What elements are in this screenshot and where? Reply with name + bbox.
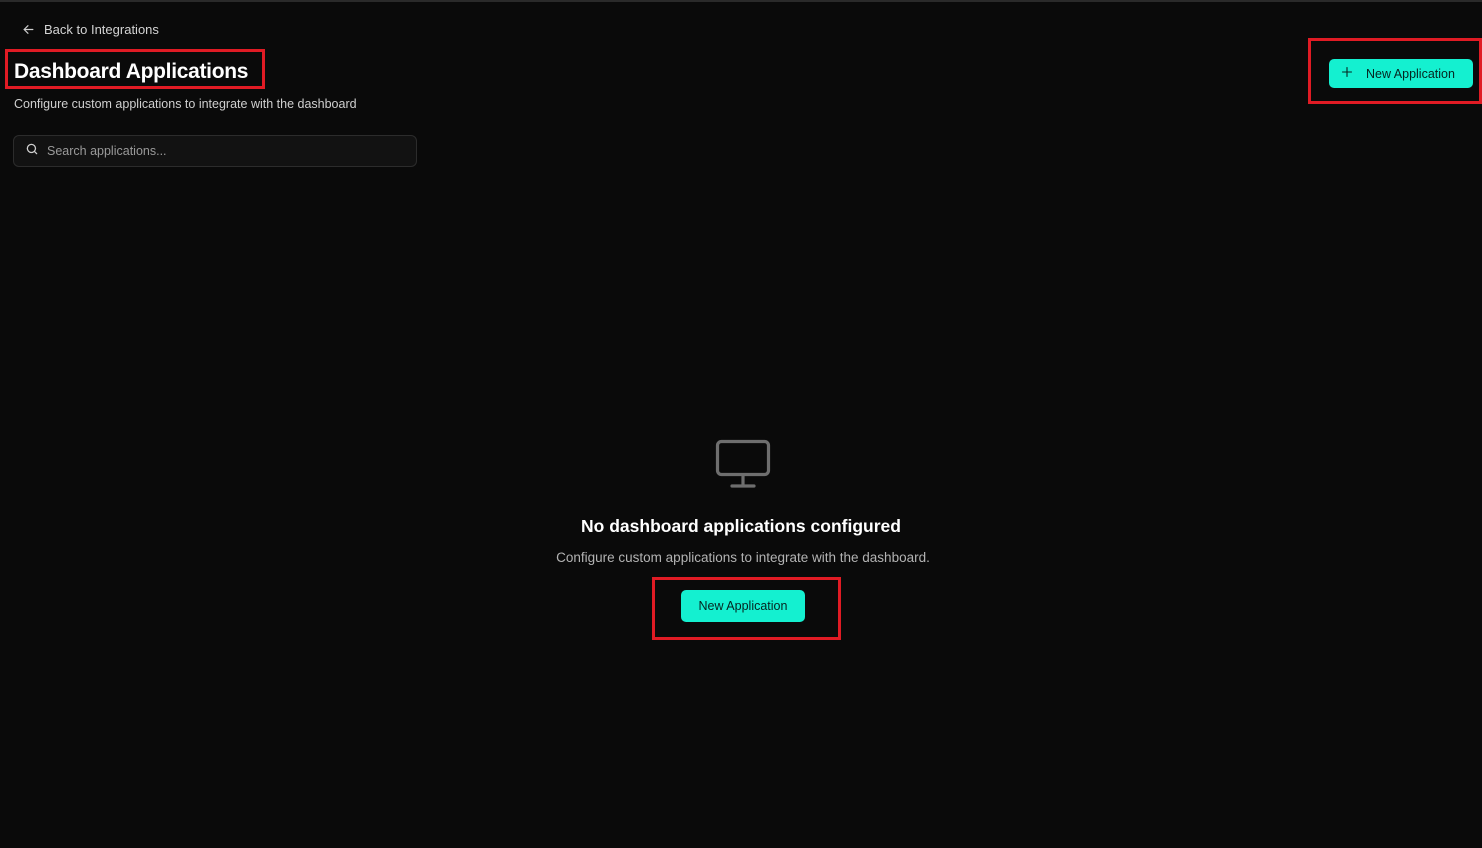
new-application-button-label: New Application [1366,66,1455,81]
plus-icon [1341,66,1353,81]
search-box[interactable] [13,135,417,167]
empty-state-description: Configure custom applications to integra… [556,550,930,565]
top-border [0,0,1482,2]
arrow-left-icon [22,23,35,36]
search-input[interactable] [47,144,387,158]
monitor-icon [714,438,772,490]
search-icon [25,142,39,161]
back-to-integrations-link[interactable]: Back to Integrations [22,22,159,37]
back-link-label: Back to Integrations [44,22,159,37]
empty-state-button-label: New Application [698,599,788,613]
new-application-button[interactable]: New Application [1329,59,1473,88]
dashboard-applications-page: Back to Integrations Dashboard Applicati… [0,0,1482,848]
empty-state-new-application-button[interactable]: New Application [681,590,805,622]
page-subtitle: Configure custom applications to integra… [14,97,357,111]
empty-state-title: No dashboard applications configured [581,516,901,536]
page-title: Dashboard Applications [14,60,249,83]
